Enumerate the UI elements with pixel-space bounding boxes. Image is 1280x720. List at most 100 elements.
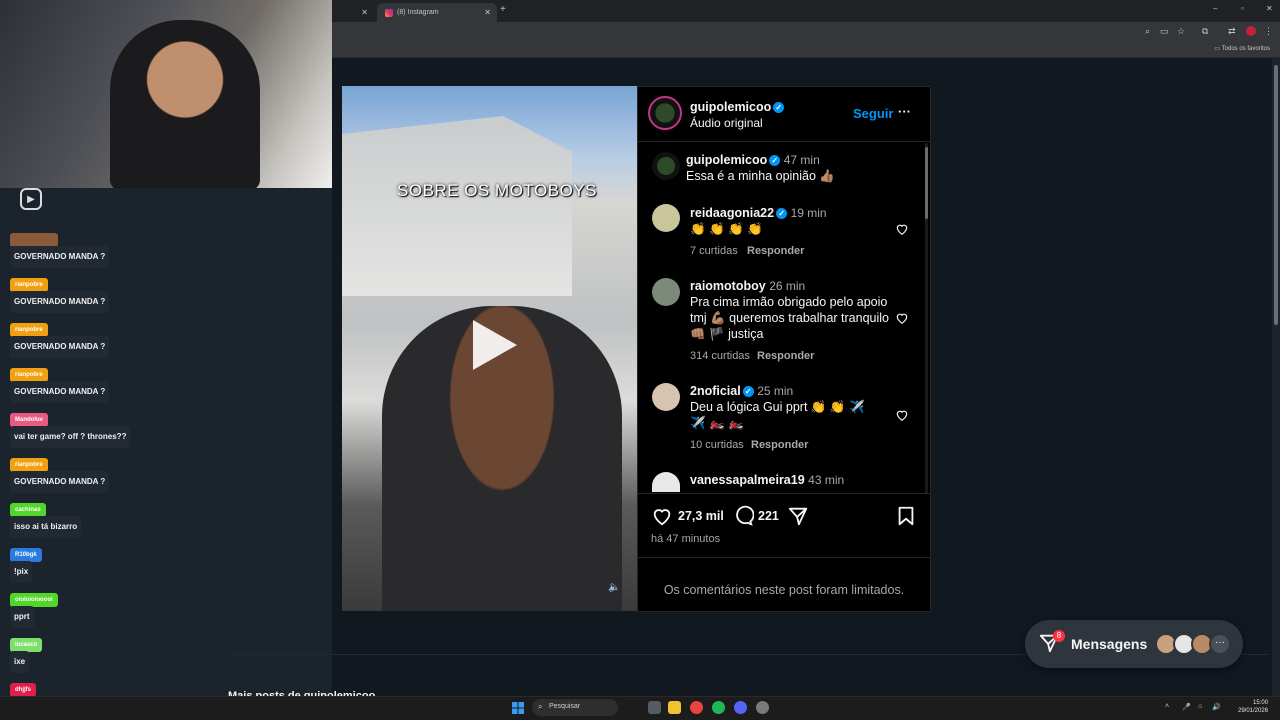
caption-avatar[interactable] <box>652 152 680 180</box>
obs-icon[interactable] <box>756 701 769 714</box>
limited-divider <box>637 557 931 558</box>
search-icon: ⌕ <box>538 702 543 711</box>
search-placeholder: Pesquisar <box>549 703 581 710</box>
close-tab-icon[interactable]: ✕ <box>484 8 491 17</box>
maximize-icon[interactable]: ▫ <box>1241 4 1244 13</box>
comment-author[interactable]: raiomotoboy 26 min <box>690 279 805 293</box>
likes-count[interactable]: 27,3 mil <box>678 509 724 523</box>
building-image <box>342 116 572 296</box>
browser-tab-instagram[interactable]: (8) Instagram ✕ <box>377 3 497 22</box>
chat-user-badge[interactable]: dhjjfs <box>10 683 36 697</box>
volume-icon[interactable]: 🔊 <box>1212 703 1221 711</box>
bookmark-star-icon[interactable]: ☆ <box>1177 26 1185 37</box>
windows-start-icon[interactable] <box>512 702 524 714</box>
bookmarks-folder[interactable]: ▭ Todos os favoritos <box>1214 45 1270 52</box>
comment-username: vanessapalmeira19 <box>690 473 805 487</box>
minimize-icon[interactable]: – <box>1213 4 1217 13</box>
taskbar-search[interactable]: ⌕ Pesquisar <box>532 699 618 716</box>
comment-icon[interactable] <box>732 505 754 527</box>
comment-text: 👏 👏 👏 👏 <box>690 222 763 236</box>
browser-menu-icon[interactable]: ⋮ <box>1264 26 1273 37</box>
chat-user-badge[interactable]: rianpobre <box>10 458 48 472</box>
messages-badge: 8 <box>1053 630 1065 642</box>
spotify-icon[interactable] <box>712 701 725 714</box>
audio-label[interactable]: Áudio original <box>690 116 763 130</box>
reply-button[interactable]: Responder <box>747 245 804 257</box>
zoom-icon[interactable]: ⌕ <box>1145 26 1150 37</box>
windows-taskbar <box>0 696 1280 720</box>
new-tab-icon[interactable]: + <box>500 4 506 15</box>
author-avatar[interactable] <box>648 96 682 130</box>
task-view-icon[interactable] <box>648 701 661 714</box>
messages-label[interactable]: Mensagens <box>1071 636 1147 652</box>
chat-message: GOVERNADO MANDA ? <box>10 471 110 493</box>
close-window-icon[interactable]: ✕ <box>1266 4 1273 13</box>
network-icon[interactable]: ⌂ <box>1198 703 1202 710</box>
chat-user-badge[interactable]: cachinas <box>10 503 46 517</box>
instagram-favicon-icon <box>385 8 393 17</box>
cast-icon[interactable]: ▭ <box>1160 26 1169 37</box>
chat-user-badge[interactable]: R10bgk <box>10 548 42 562</box>
extensions-icon[interactable]: ⧉ <box>1202 26 1208 37</box>
comments-count[interactable]: 221 <box>758 509 779 523</box>
comment-avatar[interactable] <box>652 204 680 232</box>
chat-user-badge[interactable] <box>10 233 58 247</box>
discord-icon[interactable] <box>734 701 747 714</box>
chat-message: GOVERNADO MANDA ? <box>10 381 110 403</box>
comment-avatar[interactable] <box>652 472 680 492</box>
taskbar-clock[interactable]: 15:00 29/01/2026 <box>1238 699 1268 715</box>
chat-message: isso ai tá bizarro <box>10 516 82 538</box>
reply-button[interactable]: Responder <box>751 439 808 451</box>
page-scrollbar-thumb[interactable] <box>1274 65 1278 325</box>
author-username: guipolemicoo <box>690 100 772 114</box>
like-icon[interactable] <box>651 505 673 527</box>
caption-author[interactable]: guipolemicoo ✓ 47 min <box>686 153 820 167</box>
comment-likes[interactable]: 10 curtidas <box>690 439 744 451</box>
save-icon[interactable] <box>895 505 917 527</box>
address-bar[interactable] <box>332 22 1280 42</box>
chat-user-badge[interactable]: rianpobre <box>10 278 48 292</box>
verified-icon: ✓ <box>742 386 754 398</box>
clock-time: 15:00 <box>1253 700 1269 706</box>
tray-chevron-icon[interactable]: ˄ <box>1165 703 1169 710</box>
comment-likes[interactable]: 314 curtidas <box>690 350 750 362</box>
comment-avatar[interactable] <box>652 383 680 411</box>
like-comment-icon[interactable] <box>895 311 909 325</box>
comments-scrollbar-thumb[interactable] <box>925 147 928 219</box>
chat-message: GOVERNADO MANDA ? <box>10 246 110 268</box>
more-options-icon[interactable]: ··· <box>898 104 911 119</box>
comment-time: 25 min <box>757 384 794 398</box>
reply-button[interactable]: Responder <box>757 350 814 362</box>
share-icon[interactable] <box>787 505 809 527</box>
comment-username: 2noficial <box>690 384 741 398</box>
chat-user-badge[interactable]: rianpobre <box>10 368 48 382</box>
play-icon[interactable] <box>465 318 519 372</box>
file-explorer-icon[interactable] <box>668 701 681 714</box>
chrome-icon[interactable] <box>690 701 703 714</box>
chat-user-badge[interactable]: Mandoluv <box>10 413 48 427</box>
chat-message: GOVERNADO MANDA ? <box>10 291 110 313</box>
profile-avatar[interactable] <box>1246 26 1256 36</box>
profile-switch-icon[interactable]: ⇄ <box>1228 26 1236 37</box>
comment-author[interactable]: 2noficial ✓ 25 min <box>690 384 793 398</box>
like-comment-icon[interactable] <box>895 408 909 422</box>
close-tab-icon[interactable]: ✕ <box>361 8 368 17</box>
chat-user-badge[interactable]: lucasco <box>10 638 43 652</box>
comment-likes[interactable]: 7 curtidas <box>690 245 738 257</box>
comment-author[interactable]: reidaagonia22 ✓ 19 min <box>690 206 827 220</box>
comment-avatar[interactable] <box>652 278 680 306</box>
audio-icon[interactable]: 🔈 <box>608 582 620 593</box>
author-name[interactable]: guipolemicoo ✓ <box>690 100 785 114</box>
caption-text: Essa é a minha opinião 👍🏽 <box>686 169 835 183</box>
post-time[interactable]: há 47 minutos <box>651 533 720 545</box>
microphone-icon[interactable]: 🎤 <box>1182 703 1191 711</box>
comments-limited-notice: Os comentários neste post foram limitado… <box>663 583 905 597</box>
chat-user-badge[interactable]: oioioioiooooi <box>10 593 58 607</box>
chat-user-badge[interactable]: rianpobre <box>10 323 48 337</box>
like-comment-icon[interactable] <box>895 222 909 236</box>
comment-author[interactable]: vanessapalmeira19 43 min <box>690 473 844 487</box>
verified-icon: ✓ <box>769 155 781 167</box>
browser-tab-1[interactable]: ✕ <box>332 3 374 22</box>
actions-divider <box>637 493 931 494</box>
follow-button[interactable]: Seguir <box>853 106 893 121</box>
